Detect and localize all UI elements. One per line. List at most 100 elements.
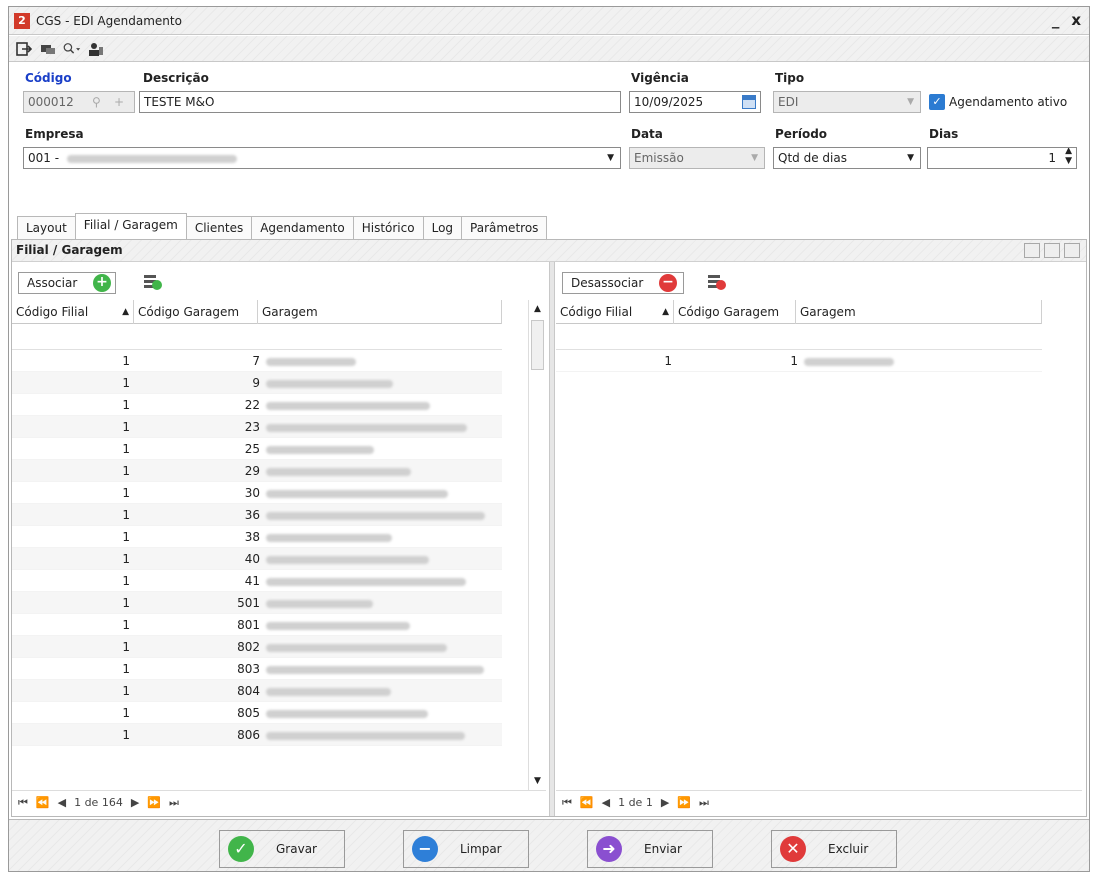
col-codigo-garagem[interactable]: Código Garagem [674, 300, 796, 324]
header-form: Código 000012 ⚲ + Descrição TESTE M&O Vi… [9, 63, 1089, 213]
next-block-icon[interactable]: ⏩ [147, 796, 161, 809]
enviar-button[interactable]: ➜ Enviar [587, 830, 713, 868]
footer-bar: ✓ Gravar − Limpar ➜ Enviar ✕ Excluir [9, 819, 1089, 871]
vigencia-field[interactable]: 10/09/2025 [629, 91, 761, 113]
cell-codigo-garagem: 40 [244, 552, 260, 566]
disassociate-all-icon[interactable] [708, 274, 726, 290]
periodo-select[interactable]: Qtd de dias ▼ [773, 147, 921, 169]
spin-arrows-icon[interactable]: ▲ ▼ [1065, 148, 1072, 166]
add-icon[interactable]: + [114, 92, 124, 112]
col-garagem[interactable]: Garagem [258, 300, 502, 324]
empresa-select[interactable]: 001 - ▼ [23, 147, 621, 169]
message-icon[interactable] [39, 40, 57, 58]
table-row[interactable]: 1 40 [12, 548, 502, 570]
tab-parametros[interactable]: Parâmetros [461, 216, 548, 239]
filter-row[interactable] [556, 324, 1042, 350]
dias-stepper[interactable]: 1 ▲ ▼ [927, 147, 1077, 169]
table-row[interactable]: 1 30 [12, 482, 502, 504]
periodo-label: Período [775, 127, 828, 141]
col-codigo-filial[interactable]: Código Filial ▲ [12, 300, 134, 324]
tab-layout[interactable]: Layout [17, 216, 76, 239]
col-codigo-filial[interactable]: Código Filial ▲ [556, 300, 674, 324]
exit-icon[interactable] [15, 40, 33, 58]
list-view-icon[interactable] [1024, 243, 1040, 258]
associate-all-icon[interactable] [144, 274, 162, 290]
table-row[interactable]: 17 [12, 350, 502, 372]
cell-codigo-garagem: 38 [244, 530, 260, 544]
cell-codigo-garagem: 1 [790, 354, 798, 368]
expand-icon[interactable] [1064, 243, 1080, 258]
next-page-icon[interactable]: ▶ [661, 796, 669, 809]
desassociar-label: Desassociar [571, 276, 644, 290]
prev-page-icon[interactable]: ◀ [602, 796, 610, 809]
search-icon[interactable] [63, 40, 81, 58]
redacted-text [266, 555, 429, 564]
scroll-up-icon[interactable]: ▲ [529, 300, 546, 318]
first-page-icon[interactable]: ⏮ [562, 796, 572, 810]
table-row[interactable]: 19 [12, 372, 502, 394]
col-garagem[interactable]: Garagem [796, 300, 1042, 324]
limpar-button[interactable]: − Limpar [403, 830, 529, 868]
last-page-icon[interactable]: ⏭ [169, 796, 179, 810]
left-grid-rows: 1 7 1 9 1 22 1 23 1 25 1 29 1 30 1 36 1 38 1 40 1 41 1 501 1 801 1… [12, 350, 502, 746]
close-button[interactable]: x [1071, 11, 1081, 29]
grid-splitter[interactable] [549, 262, 555, 816]
redacted-text [804, 357, 894, 366]
descricao-field[interactable]: TESTE M&O [139, 91, 621, 113]
next-page-icon[interactable]: ▶ [131, 796, 139, 809]
tab-filial-garagem[interactable]: Filial / Garagem [74, 213, 187, 239]
table-row[interactable]: 1 804 [12, 680, 502, 702]
col-codigo-garagem[interactable]: Código Garagem [134, 300, 258, 324]
cell-garagem [260, 416, 502, 438]
table-row[interactable]: 1 801 [12, 614, 502, 636]
tipo-select[interactable]: EDI ▼ [773, 91, 921, 113]
cell-garagem [260, 614, 502, 636]
table-row[interactable]: 1 802 [12, 636, 502, 658]
scroll-down-icon[interactable]: ▼ [529, 772, 546, 790]
left-grid-header: Código Filial ▲ Código Garagem Garagem [12, 300, 502, 324]
table-row[interactable]: 1 25 [12, 438, 502, 460]
associar-button[interactable]: Associar + [18, 272, 116, 294]
prev-page-icon[interactable]: ◀ [58, 796, 66, 809]
tipo-value: EDI [778, 95, 799, 109]
table-row[interactable]: 1 38 [12, 526, 502, 548]
table-row[interactable]: 1 803 [12, 658, 502, 680]
codigo-field[interactable]: 000012 ⚲ + [23, 91, 135, 113]
table-row[interactable]: 1 22 [12, 394, 502, 416]
table-row[interactable]: 1 23 [12, 416, 502, 438]
next-block-icon[interactable]: ⏩ [677, 796, 691, 809]
scroll-thumb[interactable] [531, 320, 544, 370]
table-row[interactable]: 1 805 [12, 702, 502, 724]
calendar-icon[interactable] [742, 95, 756, 109]
data-select[interactable]: Emissão ▼ [629, 147, 765, 169]
gravar-button[interactable]: ✓ Gravar [219, 830, 345, 868]
vigencia-label: Vigência [631, 71, 689, 85]
agendamento-ativo-checkbox[interactable]: ✓ [929, 94, 945, 110]
search-icon[interactable]: ⚲ [92, 92, 101, 112]
prev-block-icon[interactable]: ⏪ [580, 796, 594, 809]
last-page-icon[interactable]: ⏭ [699, 796, 709, 810]
user-icon[interactable] [87, 40, 105, 58]
export-icon[interactable] [1044, 243, 1060, 258]
tab-clientes[interactable]: Clientes [185, 216, 253, 239]
left-vertical-scrollbar[interactable]: ▲ ▼ [528, 300, 546, 790]
table-row[interactable]: 1 29 [12, 460, 502, 482]
prev-block-icon[interactable]: ⏪ [36, 796, 50, 809]
cell-garagem [260, 482, 502, 504]
filter-row[interactable] [12, 324, 502, 350]
tab-historico[interactable]: Histórico [352, 216, 424, 239]
tab-agendamento[interactable]: Agendamento [251, 216, 354, 239]
first-page-icon[interactable]: ⏮ [18, 796, 28, 810]
redacted-text [266, 445, 374, 454]
cell-codigo-garagem: 29 [244, 464, 260, 478]
minimize-button[interactable]: _ [1052, 11, 1060, 29]
table-row[interactable]: 11 [556, 350, 1042, 372]
table-row[interactable]: 1 36 [12, 504, 502, 526]
descricao-label: Descrição [143, 71, 209, 85]
excluir-button[interactable]: ✕ Excluir [771, 830, 897, 868]
table-row[interactable]: 1 806 [12, 724, 502, 746]
table-row[interactable]: 1 41 [12, 570, 502, 592]
tab-log[interactable]: Log [422, 216, 463, 239]
table-row[interactable]: 1 501 [12, 592, 502, 614]
desassociar-button[interactable]: Desassociar − [562, 272, 684, 294]
